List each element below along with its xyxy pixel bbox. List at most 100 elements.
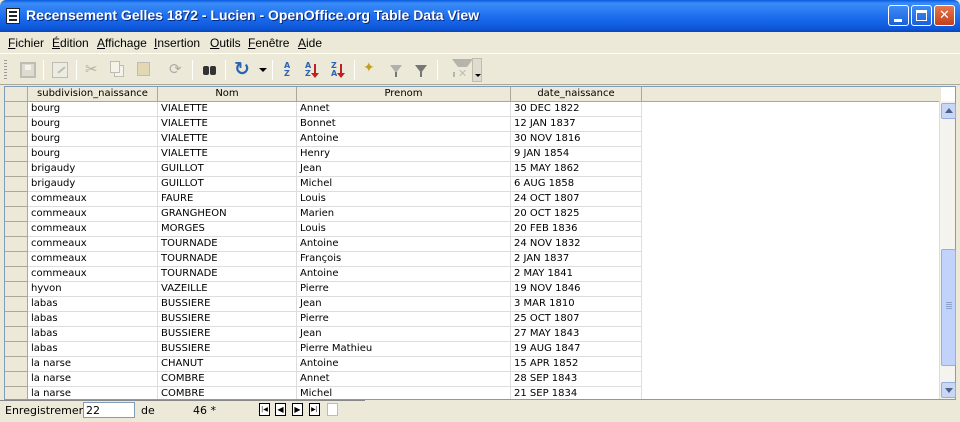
row-handle[interactable] [5, 147, 28, 162]
cell-date[interactable]: 28 SEP 1843 [511, 372, 642, 387]
cell-nom[interactable]: FAURE [158, 192, 297, 207]
column-header-date[interactable]: date_naissance [511, 87, 642, 102]
paste-button[interactable] [133, 59, 155, 81]
cell-subdivision[interactable]: la narse [28, 357, 158, 372]
toolbar-grip[interactable] [4, 60, 7, 80]
cell-nom[interactable]: MORGES [158, 222, 297, 237]
cell-nom[interactable]: VAZEILLE [158, 282, 297, 297]
row-handle[interactable] [5, 222, 28, 237]
cell-nom[interactable]: TOURNADE [158, 267, 297, 282]
cell-date[interactable]: 19 NOV 1846 [511, 282, 642, 297]
find-record-button[interactable] [198, 59, 220, 81]
cell-subdivision[interactable]: labas [28, 327, 158, 342]
cell-subdivision[interactable]: labas [28, 297, 158, 312]
sort-button[interactable]: AZ [278, 59, 300, 81]
cell-date[interactable]: 21 SEP 1834 [511, 387, 642, 399]
row-handle[interactable] [5, 372, 28, 387]
cell-prenom[interactable]: Michel [297, 387, 511, 399]
row-handle[interactable] [5, 387, 28, 399]
save-button[interactable] [17, 59, 39, 81]
standard-filter-button[interactable] [385, 59, 407, 81]
cell-subdivision[interactable]: bourg [28, 147, 158, 162]
row-handle[interactable] [5, 297, 28, 312]
row-handle[interactable] [5, 237, 28, 252]
cell-nom[interactable]: BUSSIERE [158, 297, 297, 312]
cell-subdivision[interactable]: commeaux [28, 192, 158, 207]
cell-prenom[interactable]: François [297, 252, 511, 267]
cell-prenom[interactable]: Jean [297, 297, 511, 312]
row-handle[interactable] [5, 282, 28, 297]
new-record-button[interactable] [327, 403, 338, 416]
cell-subdivision[interactable]: commeaux [28, 237, 158, 252]
scroll-thumb[interactable] [941, 249, 956, 366]
cell-nom[interactable]: COMBRE [158, 372, 297, 387]
cell-nom[interactable]: GUILLOT [158, 162, 297, 177]
last-record-button[interactable] [309, 403, 320, 416]
cell-prenom[interactable]: Pierre [297, 282, 511, 297]
cell-nom[interactable]: BUSSIERE [158, 342, 297, 357]
cell-nom[interactable]: GRANGHEON [158, 207, 297, 222]
cell-subdivision[interactable]: commeaux [28, 252, 158, 267]
row-handle[interactable] [5, 102, 28, 117]
cell-date[interactable]: 15 APR 1852 [511, 357, 642, 372]
row-handle[interactable] [5, 327, 28, 342]
menu-outils[interactable]: Outils [210, 36, 241, 50]
previous-record-button[interactable] [275, 403, 286, 416]
sort-ascending-button[interactable]: AZ [302, 59, 324, 81]
cell-date[interactable]: 30 NOV 1816 [511, 132, 642, 147]
cell-subdivision[interactable]: commeaux [28, 222, 158, 237]
cell-prenom[interactable]: Jean [297, 327, 511, 342]
cell-prenom[interactable]: Michel [297, 177, 511, 192]
remove-filter-button[interactable] [443, 59, 474, 81]
cell-date[interactable]: 2 MAY 1841 [511, 267, 642, 282]
cell-date[interactable]: 9 JAN 1854 [511, 147, 642, 162]
row-handle[interactable] [5, 192, 28, 207]
column-header-nom[interactable]: Nom [158, 87, 297, 102]
close-button[interactable]: ✕ [934, 5, 955, 26]
cell-subdivision[interactable]: hyvon [28, 282, 158, 297]
cell-prenom[interactable]: Jean [297, 162, 511, 177]
clone-format-button[interactable] [165, 59, 187, 81]
column-header-subdivision[interactable]: subdivision_naissance [28, 87, 158, 102]
row-handle[interactable] [5, 342, 28, 357]
cell-nom[interactable]: COMBRE [158, 387, 297, 399]
cut-button[interactable] [82, 59, 104, 81]
cell-prenom[interactable]: Antoine [297, 132, 511, 147]
cell-nom[interactable]: VIALETTE [158, 102, 297, 117]
cell-subdivision[interactable]: labas [28, 342, 158, 357]
row-handle[interactable] [5, 252, 28, 267]
next-record-button[interactable] [292, 403, 303, 416]
row-handle[interactable] [5, 312, 28, 327]
cell-prenom[interactable]: Annet [297, 102, 511, 117]
maximize-button[interactable] [911, 5, 932, 26]
cell-nom[interactable]: BUSSIERE [158, 312, 297, 327]
edit-data-button[interactable] [49, 59, 71, 81]
cell-date[interactable]: 27 MAY 1843 [511, 327, 642, 342]
row-handle[interactable] [5, 357, 28, 372]
row-handle[interactable] [5, 162, 28, 177]
cell-subdivision[interactable]: la narse [28, 372, 158, 387]
menu-insertion[interactable]: Insertion [154, 36, 200, 50]
cell-subdivision[interactable]: bourg [28, 117, 158, 132]
scroll-up-button[interactable] [941, 103, 956, 119]
cell-date[interactable]: 12 JAN 1837 [511, 117, 642, 132]
row-handle[interactable] [5, 117, 28, 132]
menu-fenetre[interactable]: Fenêtre [248, 36, 289, 50]
data-grid[interactable]: subdivision_naissance Nom Prenom date_na… [4, 86, 956, 400]
cell-nom[interactable]: VIALETTE [158, 132, 297, 147]
corner-header[interactable] [5, 87, 28, 102]
refresh-dropdown[interactable] [252, 59, 267, 81]
minimize-button[interactable] [888, 5, 909, 26]
cell-nom[interactable]: TOURNADE [158, 237, 297, 252]
cell-date[interactable]: 20 OCT 1825 [511, 207, 642, 222]
cell-date[interactable]: 3 MAR 1810 [511, 297, 642, 312]
cell-nom[interactable]: TOURNADE [158, 252, 297, 267]
cell-date[interactable]: 24 OCT 1807 [511, 192, 642, 207]
cell-date[interactable]: 6 AUG 1858 [511, 177, 642, 192]
cell-prenom[interactable]: Bonnet [297, 117, 511, 132]
autofilter-button[interactable] [360, 59, 382, 81]
cell-prenom[interactable]: Pierre [297, 312, 511, 327]
scroll-down-button[interactable] [941, 382, 956, 398]
refresh-button[interactable] [231, 58, 253, 81]
cell-prenom[interactable]: Marien [297, 207, 511, 222]
